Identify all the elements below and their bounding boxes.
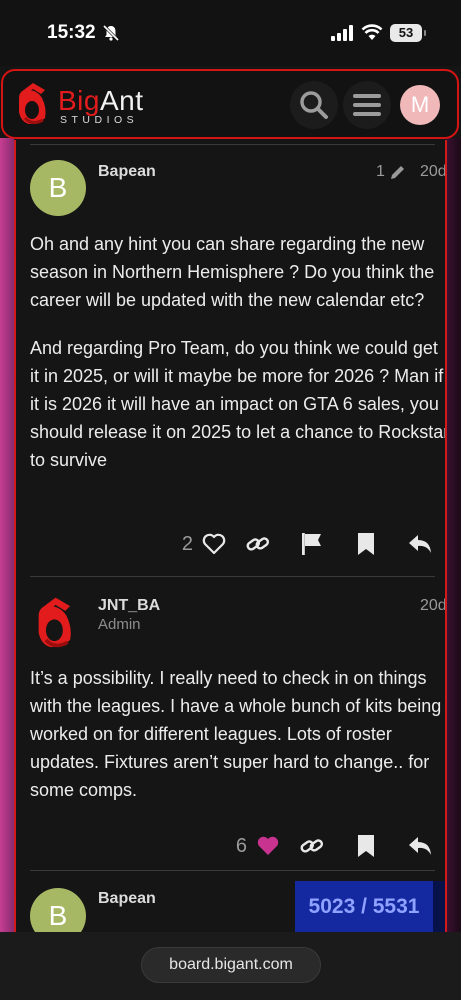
post-avatar[interactable]: B <box>30 160 86 216</box>
post-divider <box>30 144 435 145</box>
logo-wordmark: BigAnt <box>58 85 144 116</box>
post-date[interactable]: 20d <box>420 597 445 615</box>
post-username[interactable]: Bapean <box>98 890 156 908</box>
search-button[interactable] <box>290 81 338 129</box>
like-count[interactable]: 6 <box>236 835 247 858</box>
like-button[interactable] <box>251 826 285 866</box>
right-edge-decoration <box>447 138 461 932</box>
bigant-admin-avatar[interactable] <box>30 594 86 652</box>
bookmark-icon <box>358 533 374 555</box>
bookmark-icon <box>358 835 374 857</box>
reply-icon <box>409 837 431 855</box>
user-avatar[interactable]: M <box>400 85 440 125</box>
reply-button[interactable] <box>393 826 445 866</box>
post-paragraph: And regarding Pro Team, do you think we … <box>30 338 447 470</box>
topic-progress-indicator[interactable]: 5023 / 5531 <box>295 881 433 932</box>
hamburger-icon <box>353 94 381 116</box>
logo-subtitle: STUDIOS <box>60 114 139 126</box>
bookmark-button[interactable] <box>339 826 393 866</box>
site-header: BigAnt STUDIOS M <box>1 69 459 139</box>
reply-icon <box>409 535 431 553</box>
battery-indicator: 53 <box>390 24 426 42</box>
edit-indicator[interactable]: 1 <box>376 163 407 181</box>
link-icon <box>246 537 270 551</box>
bookmark-button[interactable] <box>339 524 393 564</box>
wifi-icon <box>361 24 383 40</box>
bigant-logo-icon[interactable] <box>15 80 55 128</box>
post-body: Oh and any hint you can share regarding … <box>30 230 447 494</box>
menu-button[interactable] <box>343 81 391 129</box>
post-body: It’s a possibility. I really need to che… <box>30 664 445 824</box>
edit-count: 1 <box>376 163 385 180</box>
link-icon <box>300 839 324 853</box>
status-bar: 15:32 53 <box>0 0 461 66</box>
like-count[interactable]: 2 <box>182 533 193 556</box>
reply-button[interactable] <box>393 524 445 564</box>
left-edge-decoration <box>0 138 14 932</box>
pencil-icon <box>390 166 404 179</box>
heart-filled-icon <box>257 836 279 855</box>
copy-link-button[interactable] <box>285 826 339 866</box>
user-role: Admin <box>98 616 141 633</box>
flag-icon <box>302 533 321 555</box>
progress-edge <box>433 881 445 932</box>
post-username[interactable]: JNT_BA <box>98 597 160 615</box>
post-username[interactable]: Bapean <box>98 163 156 181</box>
post-actions: 6 <box>236 826 445 866</box>
post-avatar[interactable]: B <box>30 888 86 932</box>
search-icon <box>300 91 328 119</box>
post-divider <box>30 870 435 871</box>
browser-address-bar: board.bigant.com <box>0 932 461 1000</box>
post-divider <box>30 576 435 577</box>
post-paragraph: Oh and any hint you can share regarding … <box>30 234 435 310</box>
url-field[interactable]: board.bigant.com <box>141 947 321 983</box>
post-paragraph: It’s a possibility. I really need to che… <box>30 668 442 800</box>
like-button[interactable] <box>197 524 231 564</box>
post-actions: 2 <box>182 524 445 564</box>
cellular-signal-icon <box>331 25 353 41</box>
post-date[interactable]: 20d <box>420 163 445 181</box>
topic-stream: B Bapean 1 20d Oh and any hint you can s… <box>14 140 447 932</box>
bell-muted-icon <box>102 24 120 42</box>
status-time: 15:32 <box>47 22 96 43</box>
heart-outline-icon <box>202 533 226 555</box>
flag-button[interactable] <box>285 524 339 564</box>
copy-link-button[interactable] <box>231 524 285 564</box>
